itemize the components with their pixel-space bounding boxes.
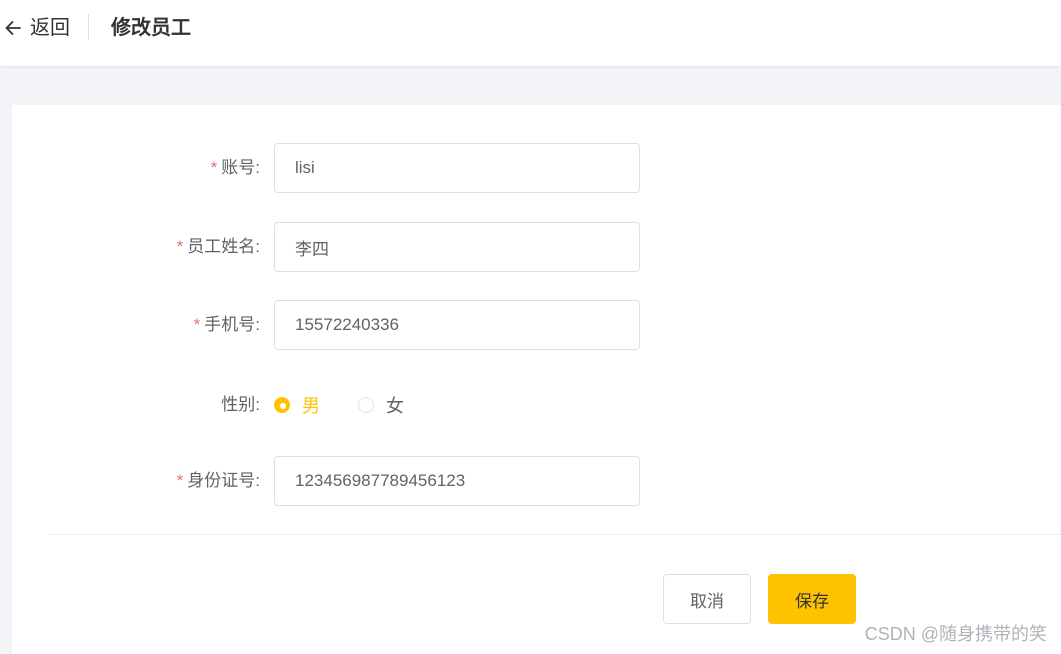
required-mark: * (210, 158, 218, 177)
radio-unchecked-icon (358, 397, 374, 413)
footer-divider (48, 534, 1061, 535)
page-header: 返回 修改员工 (0, 0, 1061, 67)
form-card: *账号: *员工姓名: *手机号: 性别: 男 女 *身份证号: 取消 保存 (12, 105, 1061, 654)
phone-label: * 手机号: (193, 315, 260, 334)
watermark: CSDN @随身携带的笑 (864, 624, 1047, 644)
required-mark: * (176, 471, 184, 490)
form-row-account: * 账号: (12, 143, 712, 193)
save-button[interactable]: 保存 (768, 574, 856, 624)
name-label: * 员工姓名: (176, 237, 260, 256)
required-mark: * (193, 315, 201, 334)
form-row-id-number: * 身份证号: (12, 456, 712, 506)
id-number-label: * 身份证号: (176, 471, 260, 490)
gender-radio-group: 男 女 (274, 380, 442, 430)
id-number-input[interactable] (274, 456, 640, 506)
cancel-button[interactable]: 取消 (663, 574, 751, 624)
required-mark: * (176, 237, 184, 256)
gender-label: 性别: (221, 395, 260, 414)
radio-label-female: 女 (386, 396, 404, 416)
form-row-gender: 性别: 男 女 (12, 380, 712, 430)
back-button[interactable]: 返回 (3, 16, 70, 40)
radio-label-male: 男 (302, 396, 320, 416)
gender-radio-male[interactable]: 男 (274, 392, 320, 418)
back-label: 返回 (30, 17, 70, 39)
arrow-left-icon (3, 18, 23, 38)
account-input[interactable] (274, 143, 640, 193)
name-input[interactable] (274, 222, 640, 272)
phone-input[interactable] (274, 300, 640, 350)
page-title: 修改员工 (111, 17, 191, 39)
form-row-name: * 员工姓名: (12, 222, 712, 272)
radio-checked-icon (274, 397, 290, 413)
header-divider (88, 14, 89, 40)
form-row-phone: * 手机号: (12, 300, 712, 350)
account-label: * 账号: (210, 158, 260, 177)
gender-radio-female[interactable]: 女 (358, 392, 404, 418)
